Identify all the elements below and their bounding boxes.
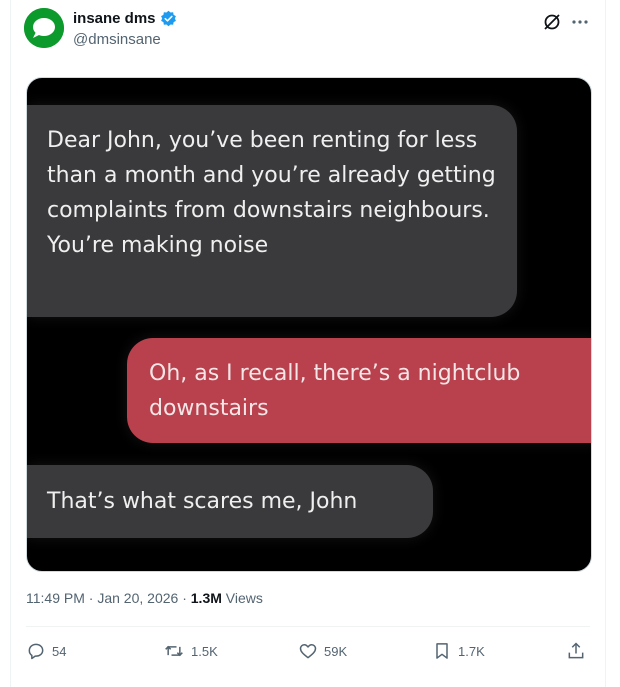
tweet-time[interactable]: 11:49 PM [26,590,85,606]
verified-badge-icon [160,10,177,27]
grok-icon[interactable] [540,10,564,34]
bookmark-button[interactable]: 1.7K [432,636,485,666]
repost-icon [163,641,185,661]
author-name[interactable]: insane dms [73,10,156,27]
divider [26,626,590,627]
meta-separator: · [182,590,187,606]
message-bubble-received: Dear John, you’ve been renting for less … [27,105,517,317]
like-button[interactable]: 59K [298,636,347,666]
avatar[interactable] [24,8,64,48]
tweet-date[interactable]: Jan 20, 2026 [97,590,178,606]
share-icon [566,641,586,661]
views-label: Views [225,590,263,606]
bookmark-icon [432,641,452,661]
tweet-image[interactable]: Dear John, you’ve been renting for less … [26,77,592,572]
more-icon[interactable] [568,10,592,34]
message-bubble-received: That’s what scares me, John [27,465,433,538]
like-icon [298,641,318,661]
like-count: 59K [324,643,348,659]
share-button[interactable] [566,636,586,666]
tweet-meta: 11:49 PM · Jan 20, 2026 · 1.3M Views [26,590,263,606]
views-count: 1.3M [190,590,222,606]
reply-icon [26,641,46,661]
bookmark-count: 1.7K [458,643,485,659]
message-bubble-sent: Oh, as I recall, there’s a nightclub dow… [127,338,591,443]
repost-button[interactable]: 1.5K [163,636,218,666]
message-bubble-icon [24,8,64,48]
action-bar: 54 1.5K 59K 1.7K [26,636,590,666]
meta-separator: · [88,590,94,606]
author-name-row[interactable]: insane dms [73,10,177,27]
reply-button[interactable]: 54 [26,636,66,666]
author-handle[interactable]: @dmsinsane [73,31,161,48]
reply-count: 54 [52,643,67,659]
repost-count: 1.5K [191,643,218,659]
